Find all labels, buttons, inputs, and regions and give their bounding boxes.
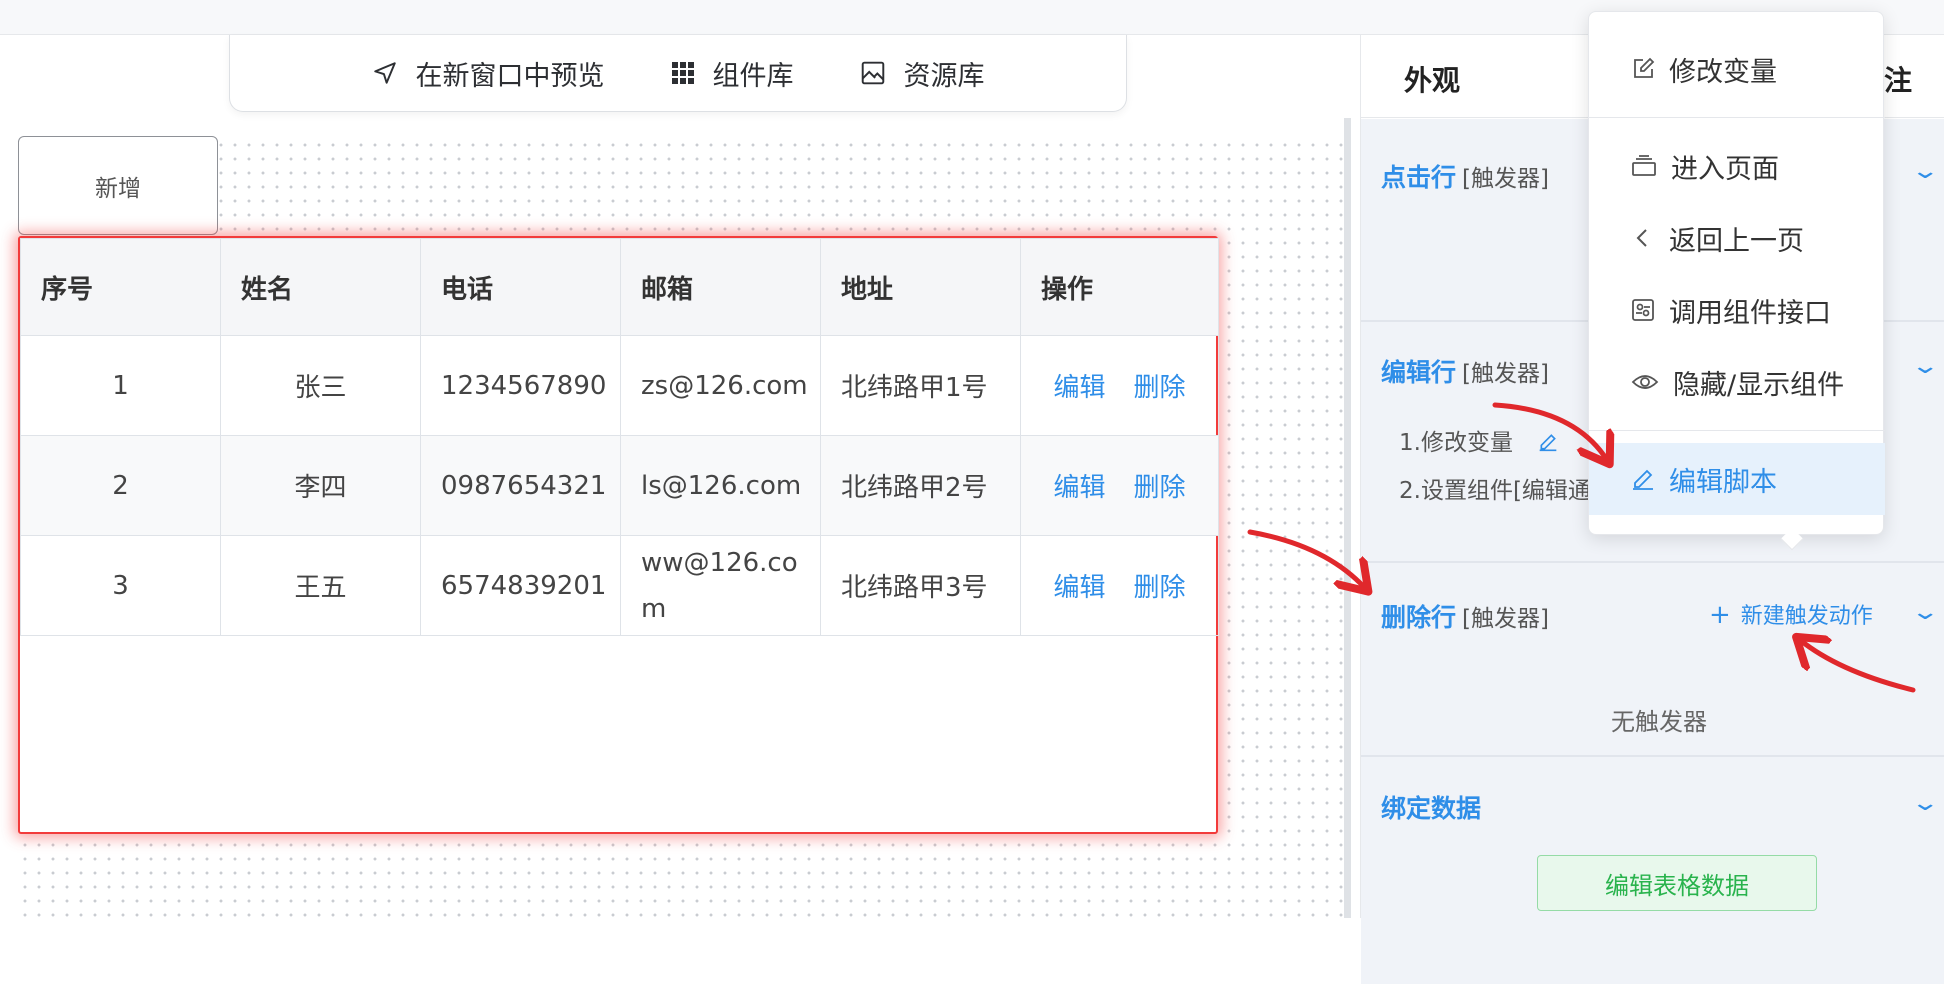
section-edit-row-header[interactable]: 编辑行 [触发器] (1381, 353, 1549, 389)
window-stack-icon (1632, 155, 1656, 176)
section-delete-row-header[interactable]: 删除行 [触发器] (1381, 598, 1549, 634)
cell-email: ww@126.com (620, 535, 821, 636)
section-subtitle: [触发器] (1462, 166, 1549, 192)
pencil-icon[interactable] (1538, 432, 1558, 452)
cell-name: 王五 (220, 535, 421, 636)
menu-item-label: 隐藏/显示组件 (1673, 369, 1845, 401)
chevron-down-icon[interactable]: ⌄ (1910, 600, 1940, 625)
menu-item-label: 返回上一页 (1669, 225, 1804, 257)
pencil-icon (1633, 469, 1653, 490)
grid-icon (671, 62, 694, 84)
preview-label: 在新窗口中预览 (415, 60, 605, 92)
table-row[interactable]: 3 王五 6574839201 ww@126.com 北纬路甲3号 编辑 删除 (20, 535, 1219, 636)
edit-link[interactable]: 编辑 (1053, 473, 1105, 503)
menu-item-enter-page[interactable]: 进入页面 (1589, 130, 1885, 202)
cell-address: 北纬路甲2号 (820, 435, 1021, 536)
preview-new-window-button[interactable]: 在新窗口中预览 (372, 54, 605, 93)
edit-table-data-button[interactable]: 编辑表格数据 (1537, 855, 1817, 911)
menu-item-call-component-api[interactable]: 调用组件接口 (1589, 274, 1885, 346)
cell-name: 李四 (220, 435, 421, 536)
menu-item-toggle-visibility[interactable]: 隐藏/显示组件 (1589, 346, 1885, 418)
column-header-address: 地址 (820, 238, 1021, 336)
edit-link[interactable]: 编辑 (1053, 573, 1105, 603)
cell-phone: 6574839201 (420, 535, 621, 636)
cell-phone: 1234567890 (420, 335, 621, 436)
asset-library-button[interactable]: 资源库 (860, 54, 985, 93)
cell-phone: 0987654321 (420, 435, 621, 536)
table-grid: 序号 姓名 电话 邮箱 地址 操作 1 张三 1234567890 zs@126… (20, 238, 1219, 636)
action-dropdown-menu: 修改变量 进入页面 返回上一页 调用组件接口 隐藏/显示组件 编辑脚本 (1588, 11, 1885, 535)
cell-address: 北纬路甲3号 (820, 535, 1021, 636)
cell-index: 3 (20, 535, 221, 636)
tab-appearance[interactable]: 外观 (1404, 59, 1460, 99)
plus-icon: + (1709, 600, 1731, 630)
menu-item-label: 编辑脚本 (1669, 466, 1777, 498)
cell-actions: 编辑 删除 (1020, 535, 1219, 636)
eye-icon (1631, 375, 1659, 389)
menu-item-label: 修改变量 (1669, 56, 1777, 88)
add-button[interactable]: 新增 (18, 136, 218, 235)
column-header-email: 邮箱 (620, 238, 821, 336)
new-trigger-action-button[interactable]: + 新建触发动作 (1709, 598, 1873, 630)
asset-library-label: 资源库 (903, 60, 985, 92)
cell-email: ls@126.com (620, 435, 821, 536)
component-library-button[interactable]: 组件库 (671, 54, 794, 93)
table-header-row: 序号 姓名 电话 邮箱 地址 操作 (20, 238, 1219, 336)
empty-trigger-text: 无触发器 (1611, 708, 1707, 736)
menu-item-modify-variable[interactable]: 修改变量 (1589, 33, 1885, 105)
image-icon (861, 61, 884, 85)
send-arrow-icon (373, 62, 396, 84)
menu-item-label: 调用组件接口 (1669, 297, 1831, 329)
section-title: 编辑行 (1381, 358, 1457, 387)
cell-email: zs@126.com (620, 335, 821, 436)
column-header-index: 序号 (20, 238, 221, 336)
menu-item-label: 进入页面 (1671, 153, 1779, 185)
section-divider (1361, 755, 1944, 757)
column-header-actions: 操作 (1020, 238, 1219, 336)
canvas-scrollbar[interactable] (1344, 118, 1351, 918)
delete-link[interactable]: 删除 (1134, 473, 1186, 503)
edit-square-icon (1634, 57, 1655, 78)
section-click-row-header[interactable]: 点击行 [触发器] (1381, 158, 1549, 194)
new-trigger-label: 新建触发动作 (1740, 604, 1873, 629)
data-table[interactable]: 序号 姓名 电话 邮箱 地址 操作 1 张三 1234567890 zs@126… (18, 236, 1219, 834)
section-subtitle: [触发器] (1462, 606, 1549, 632)
table-row[interactable]: 1 张三 1234567890 zs@126.com 北纬路甲1号 编辑 删除 (20, 335, 1219, 436)
chevron-left-icon (1636, 229, 1647, 247)
cell-actions: 编辑 删除 (1020, 335, 1219, 436)
column-header-name: 姓名 (220, 238, 421, 336)
section-title: 删除行 (1381, 603, 1457, 632)
trigger-action-item[interactable]: 2.设置组件[编辑通 (1399, 471, 1591, 505)
section-subtitle: [触发器] (1462, 361, 1549, 387)
chevron-down-icon[interactable]: ⌄ (1910, 791, 1940, 816)
menu-item-go-back[interactable]: 返回上一页 (1589, 202, 1885, 274)
table-row[interactable]: 2 李四 0987654321 ls@126.com 北纬路甲2号 编辑 删除 (20, 435, 1219, 536)
section-bind-data-header[interactable]: 绑定数据 (1381, 789, 1481, 825)
section-title: 点击行 (1381, 163, 1457, 192)
trigger-action-item[interactable]: 1.修改变量 (1399, 423, 1558, 457)
delete-link[interactable]: 删除 (1134, 573, 1186, 603)
cell-index: 1 (20, 335, 221, 436)
cell-actions: 编辑 删除 (1020, 435, 1219, 536)
action-label: 1.修改变量 (1399, 430, 1513, 456)
cell-index: 2 (20, 435, 221, 536)
component-library-label: 组件库 (712, 60, 794, 92)
cell-address: 北纬路甲1号 (820, 335, 1021, 436)
canvas-toolbar: 在新窗口中预览 组件库 资源库 (229, 35, 1127, 112)
tab-note[interactable]: 注 (1884, 59, 1912, 99)
menu-item-edit-script[interactable]: 编辑脚本 (1589, 443, 1885, 515)
section-divider (1361, 561, 1944, 563)
cell-name: 张三 (220, 335, 421, 436)
menu-separator (1589, 430, 1885, 431)
menu-separator (1589, 117, 1885, 118)
column-header-phone: 电话 (420, 238, 621, 336)
delete-link[interactable]: 删除 (1134, 373, 1186, 403)
edit-link[interactable]: 编辑 (1053, 373, 1105, 403)
chevron-down-icon[interactable]: ⌄ (1910, 354, 1940, 379)
api-icon (1632, 299, 1654, 321)
chevron-down-icon[interactable]: ⌄ (1910, 159, 1940, 184)
section-title: 绑定数据 (1381, 794, 1482, 823)
